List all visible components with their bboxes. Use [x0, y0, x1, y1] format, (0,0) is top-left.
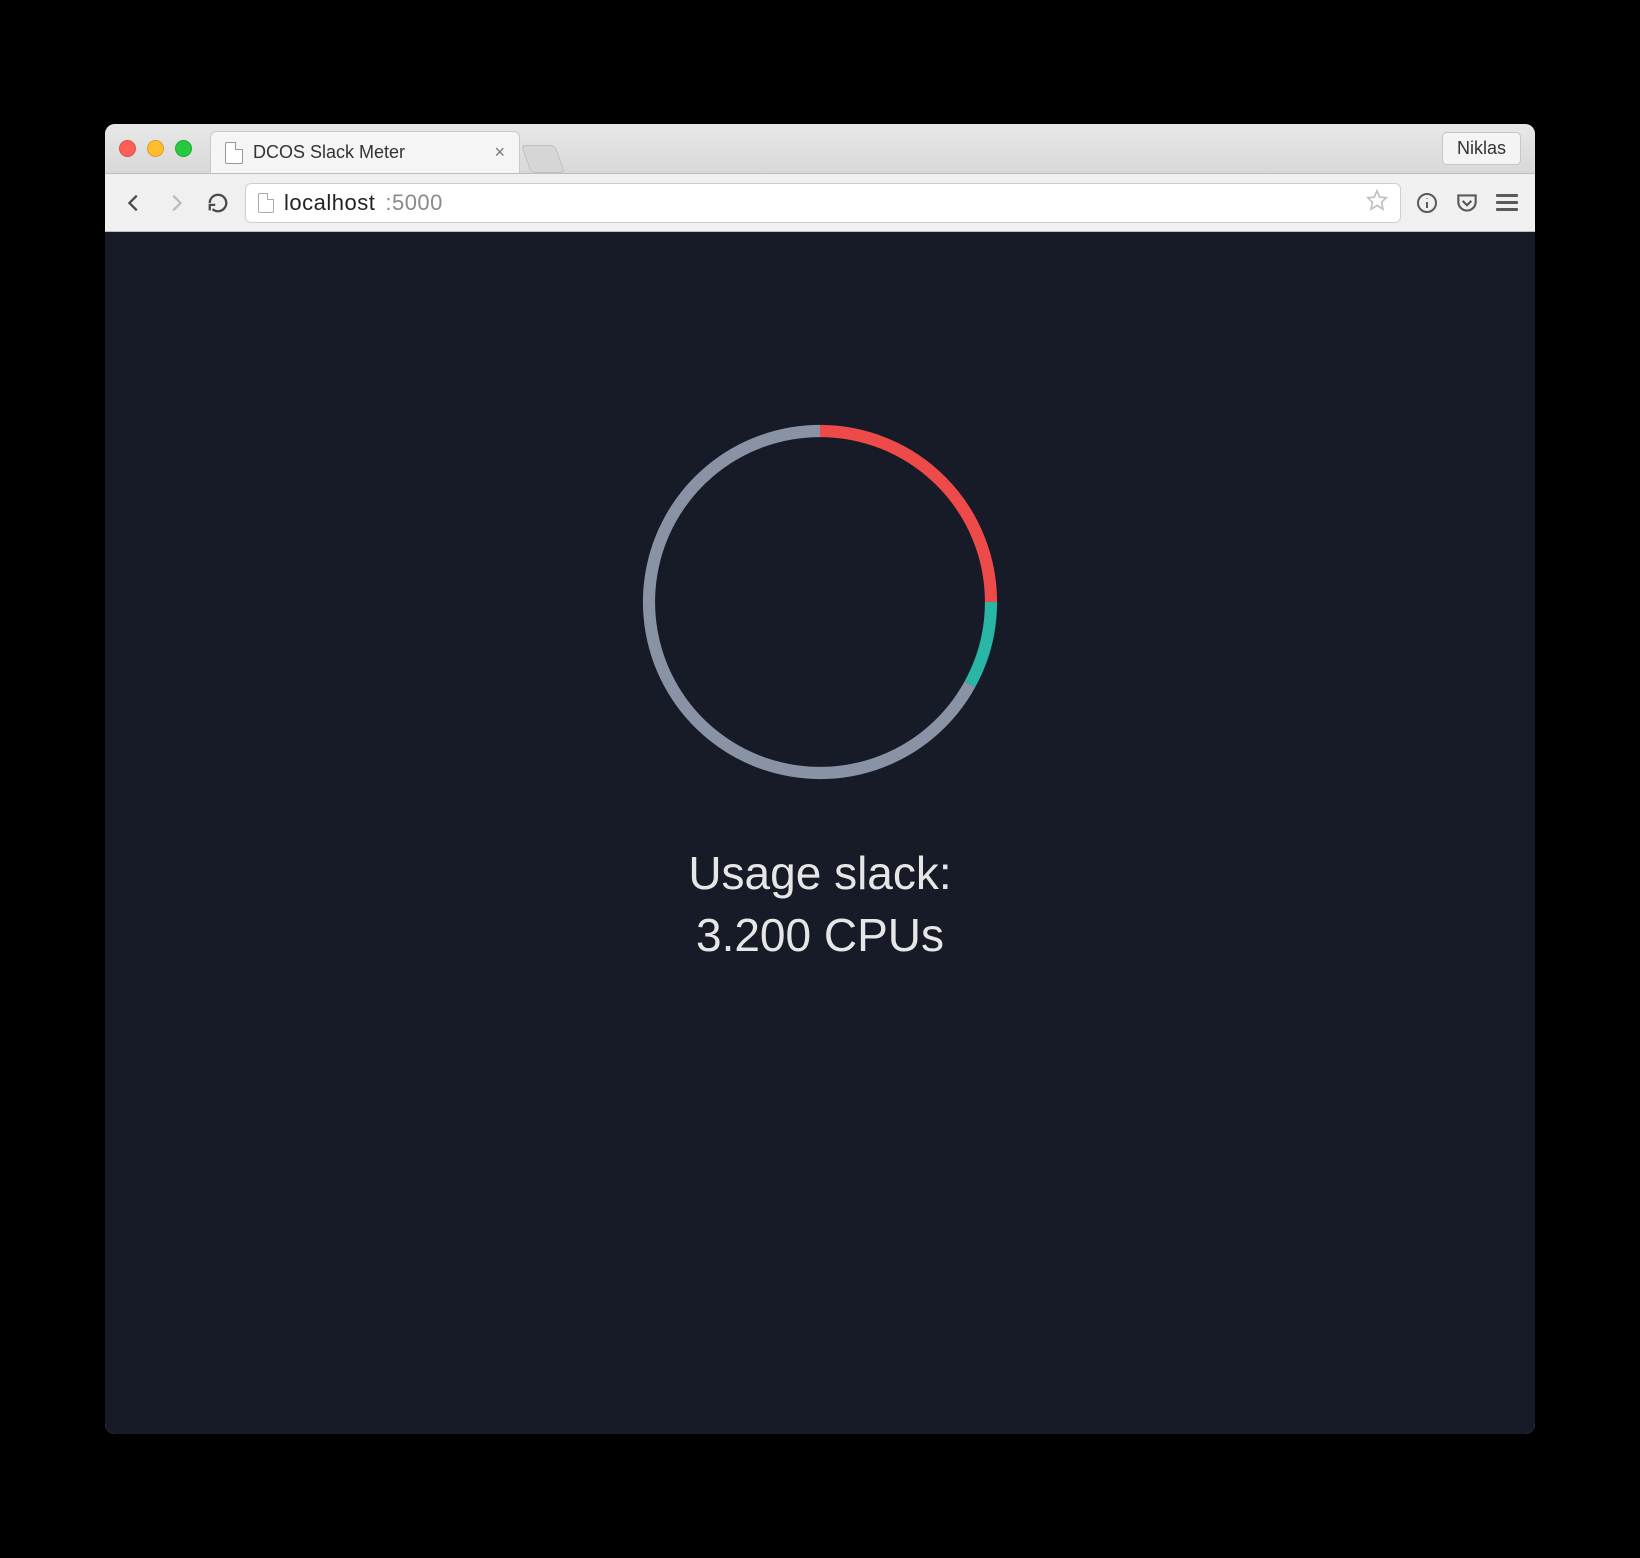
usage-donut-chart [630, 412, 1010, 792]
toolbar: localhost :5000 [105, 174, 1535, 232]
menu-button[interactable] [1493, 189, 1521, 217]
url-port: :5000 [385, 190, 443, 216]
donut-segment-red [820, 431, 991, 602]
metric-value: 3.200 CPUs [688, 904, 951, 966]
back-button[interactable] [119, 188, 149, 218]
url-host: localhost [284, 190, 375, 216]
page-content: Usage slack: 3.200 CPUs [105, 232, 1535, 1434]
file-icon [225, 142, 243, 164]
close-window-button[interactable] [119, 140, 136, 157]
address-bar[interactable]: localhost :5000 [245, 183, 1401, 223]
browser-window: DCOS Slack Meter × Niklas localhost :5000 [105, 124, 1535, 1434]
bookmark-star-icon[interactable] [1366, 189, 1388, 216]
profile-button[interactable]: Niklas [1442, 132, 1521, 165]
browser-tab[interactable]: DCOS Slack Meter × [210, 131, 520, 173]
page-icon [258, 193, 274, 213]
donut-segment-grey [649, 431, 970, 773]
traffic-lights [119, 140, 192, 157]
new-tab-button[interactable] [521, 145, 565, 173]
pocket-icon[interactable] [1453, 189, 1481, 217]
tab-title: DCOS Slack Meter [253, 142, 484, 163]
info-icon[interactable] [1413, 189, 1441, 217]
forward-button[interactable] [161, 188, 191, 218]
close-tab-button[interactable]: × [494, 142, 505, 163]
reload-button[interactable] [203, 188, 233, 218]
metric-text: Usage slack: 3.200 CPUs [688, 842, 951, 966]
hamburger-icon [1496, 194, 1518, 211]
titlebar: DCOS Slack Meter × Niklas [105, 124, 1535, 174]
minimize-window-button[interactable] [147, 140, 164, 157]
metric-label: Usage slack: [688, 842, 951, 904]
maximize-window-button[interactable] [175, 140, 192, 157]
donut-segment-teal [970, 602, 991, 684]
